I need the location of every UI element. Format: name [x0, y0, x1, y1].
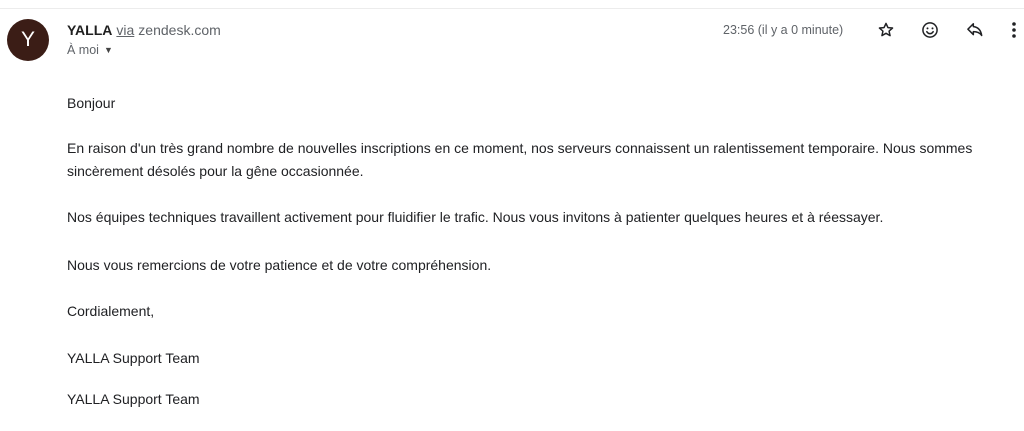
reply-button[interactable]: [963, 18, 987, 42]
more-options-button[interactable]: [1007, 18, 1021, 42]
more-vertical-icon: [1012, 22, 1016, 38]
signature-2: YALLA Support Team: [67, 391, 200, 407]
via-link[interactable]: via: [116, 22, 134, 38]
sender-line: YALLA via zendesk.com: [67, 21, 221, 39]
header-divider: [0, 8, 1024, 9]
signature-1: YALLA Support Team: [67, 350, 200, 366]
closing: Cordialement,: [67, 303, 155, 319]
star-button[interactable]: [874, 18, 898, 42]
sender-name[interactable]: YALLA: [67, 22, 112, 38]
caret-down-icon: ▼: [103, 45, 113, 55]
recipient-label: À moi: [67, 43, 99, 57]
avatar-letter: Y: [20, 28, 35, 51]
paragraph-1: En raison d'un très grand nombre de nouv…: [67, 140, 973, 179]
greeting: Bonjour: [67, 95, 116, 111]
sender-domain: zendesk.com: [138, 22, 221, 38]
message-timestamp: 23:56 (il y a 0 minute): [723, 23, 844, 37]
paragraph-2: Nos équipes techniques travaillent activ…: [67, 209, 884, 225]
emoji-smile-icon: [922, 22, 938, 38]
recipient-dropdown[interactable]: À moi ▼: [67, 42, 113, 58]
star-icon: [878, 22, 894, 37]
sender-avatar[interactable]: Y: [7, 19, 49, 61]
emoji-reaction-button[interactable]: [918, 18, 942, 42]
reply-icon: [967, 23, 983, 37]
paragraph-3: Nous vous remercions de votre patience e…: [67, 257, 492, 273]
